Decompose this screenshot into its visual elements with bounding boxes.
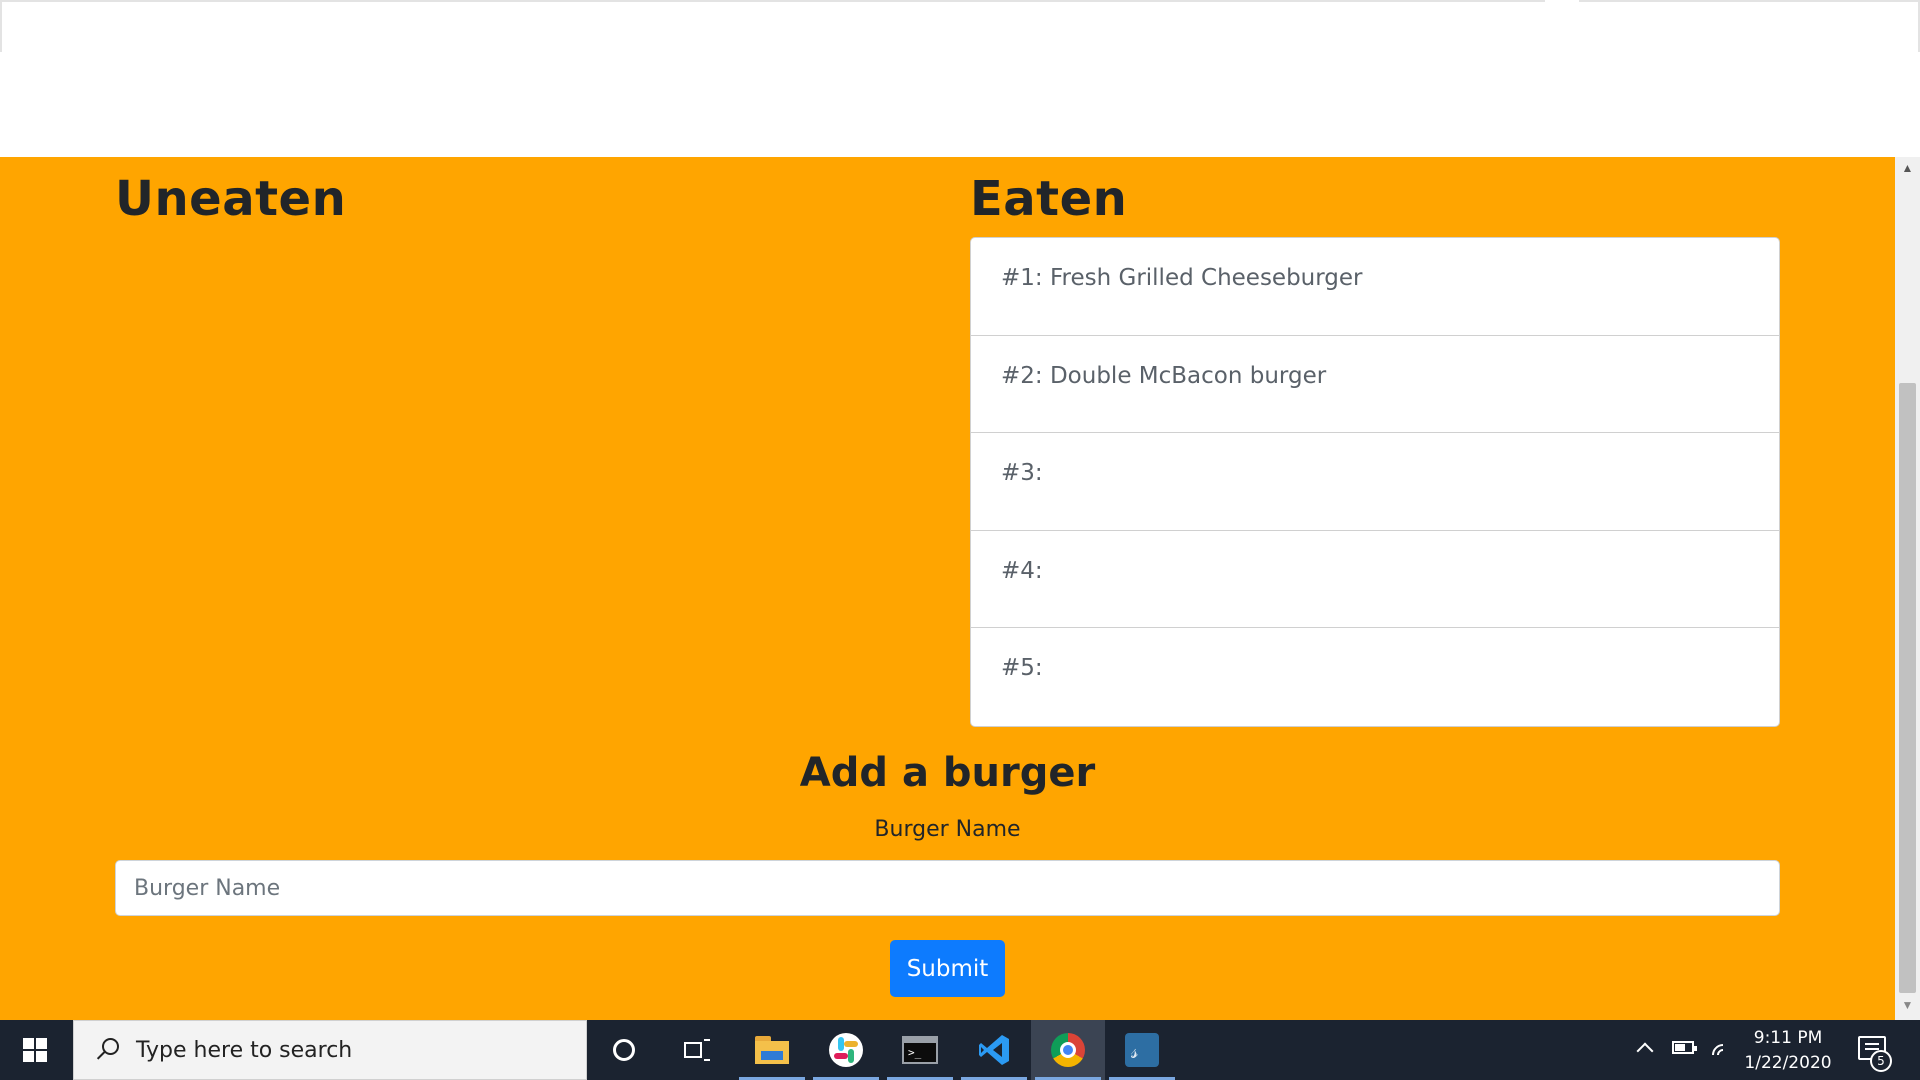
scrollbar-thumb[interactable] [1899, 383, 1916, 993]
uneaten-heading: Uneaten [115, 171, 347, 227]
list-item: #4: [971, 531, 1779, 629]
scroll-up-arrow-icon[interactable]: ▲ [1895, 161, 1920, 179]
burger-name-input[interactable] [115, 860, 1780, 916]
slack-button[interactable] [809, 1020, 883, 1080]
chrome-button[interactable] [1031, 1020, 1105, 1080]
page-content: Uneaten Eaten #1: Fresh Grilled Cheesebu… [0, 157, 1895, 1020]
terminal-icon: >_ [902, 1036, 938, 1064]
file-explorer-button[interactable] [735, 1020, 809, 1080]
terminal-button[interactable]: >_ [883, 1020, 957, 1080]
clock-date: 1/22/2020 [1744, 1053, 1832, 1073]
task-view-icon [684, 1039, 712, 1061]
start-button[interactable] [0, 1020, 70, 1080]
eaten-heading: Eaten [970, 171, 1128, 227]
list-item: #2: Double McBacon burger [971, 336, 1779, 434]
battery-icon[interactable] [1672, 1041, 1697, 1054]
vscode-button[interactable] [957, 1020, 1031, 1080]
taskbar-search-box[interactable]: Type here to search [73, 1020, 587, 1080]
notification-count-badge: 5 [1870, 1050, 1892, 1072]
scroll-down-arrow-icon[interactable]: ▼ [1895, 998, 1920, 1016]
browser-top-area [0, 0, 1920, 157]
file-explorer-icon [755, 1036, 789, 1064]
show-hidden-icons-chevron-icon[interactable] [1636, 1040, 1652, 1056]
windows-logo-icon [23, 1038, 47, 1062]
top-gap [1545, 0, 1579, 3]
submit-button[interactable]: Submit [890, 940, 1005, 997]
list-item: #5: [1001, 655, 1043, 682]
mysql-workbench-icon: 𝓈 [1125, 1033, 1159, 1067]
vscode-icon [979, 1035, 1009, 1065]
search-placeholder: Type here to search [136, 1037, 353, 1063]
clock-time: 9:11 PM [1753, 1028, 1823, 1048]
chrome-icon [1051, 1033, 1085, 1067]
search-icon [92, 1035, 122, 1065]
mysql-workbench-button[interactable]: 𝓈 [1105, 1020, 1179, 1080]
burger-name-label: Burger Name [874, 817, 1021, 842]
add-burger-heading: Add a burger [799, 750, 1096, 796]
taskbar: Type here to search >_ 𝓈 9:11 PM 1/22/20… [0, 1020, 1920, 1080]
top-border [0, 0, 1920, 2]
slack-icon [829, 1033, 863, 1067]
system-clock[interactable]: 9:11 PM 1/22/2020 [1738, 1026, 1838, 1076]
cortana-icon [613, 1039, 635, 1061]
cortana-button[interactable] [587, 1020, 661, 1080]
wifi-icon[interactable] [1710, 1036, 1736, 1062]
page-scrollbar[interactable]: ▲ ▼ [1895, 157, 1920, 1020]
left-border [0, 0, 2, 52]
eaten-list: #1: Fresh Grilled Cheeseburger #2: Doubl… [970, 237, 1780, 727]
list-item: #1: Fresh Grilled Cheeseburger [971, 238, 1779, 336]
list-item: #3: [971, 433, 1779, 531]
task-view-button[interactable] [661, 1020, 735, 1080]
